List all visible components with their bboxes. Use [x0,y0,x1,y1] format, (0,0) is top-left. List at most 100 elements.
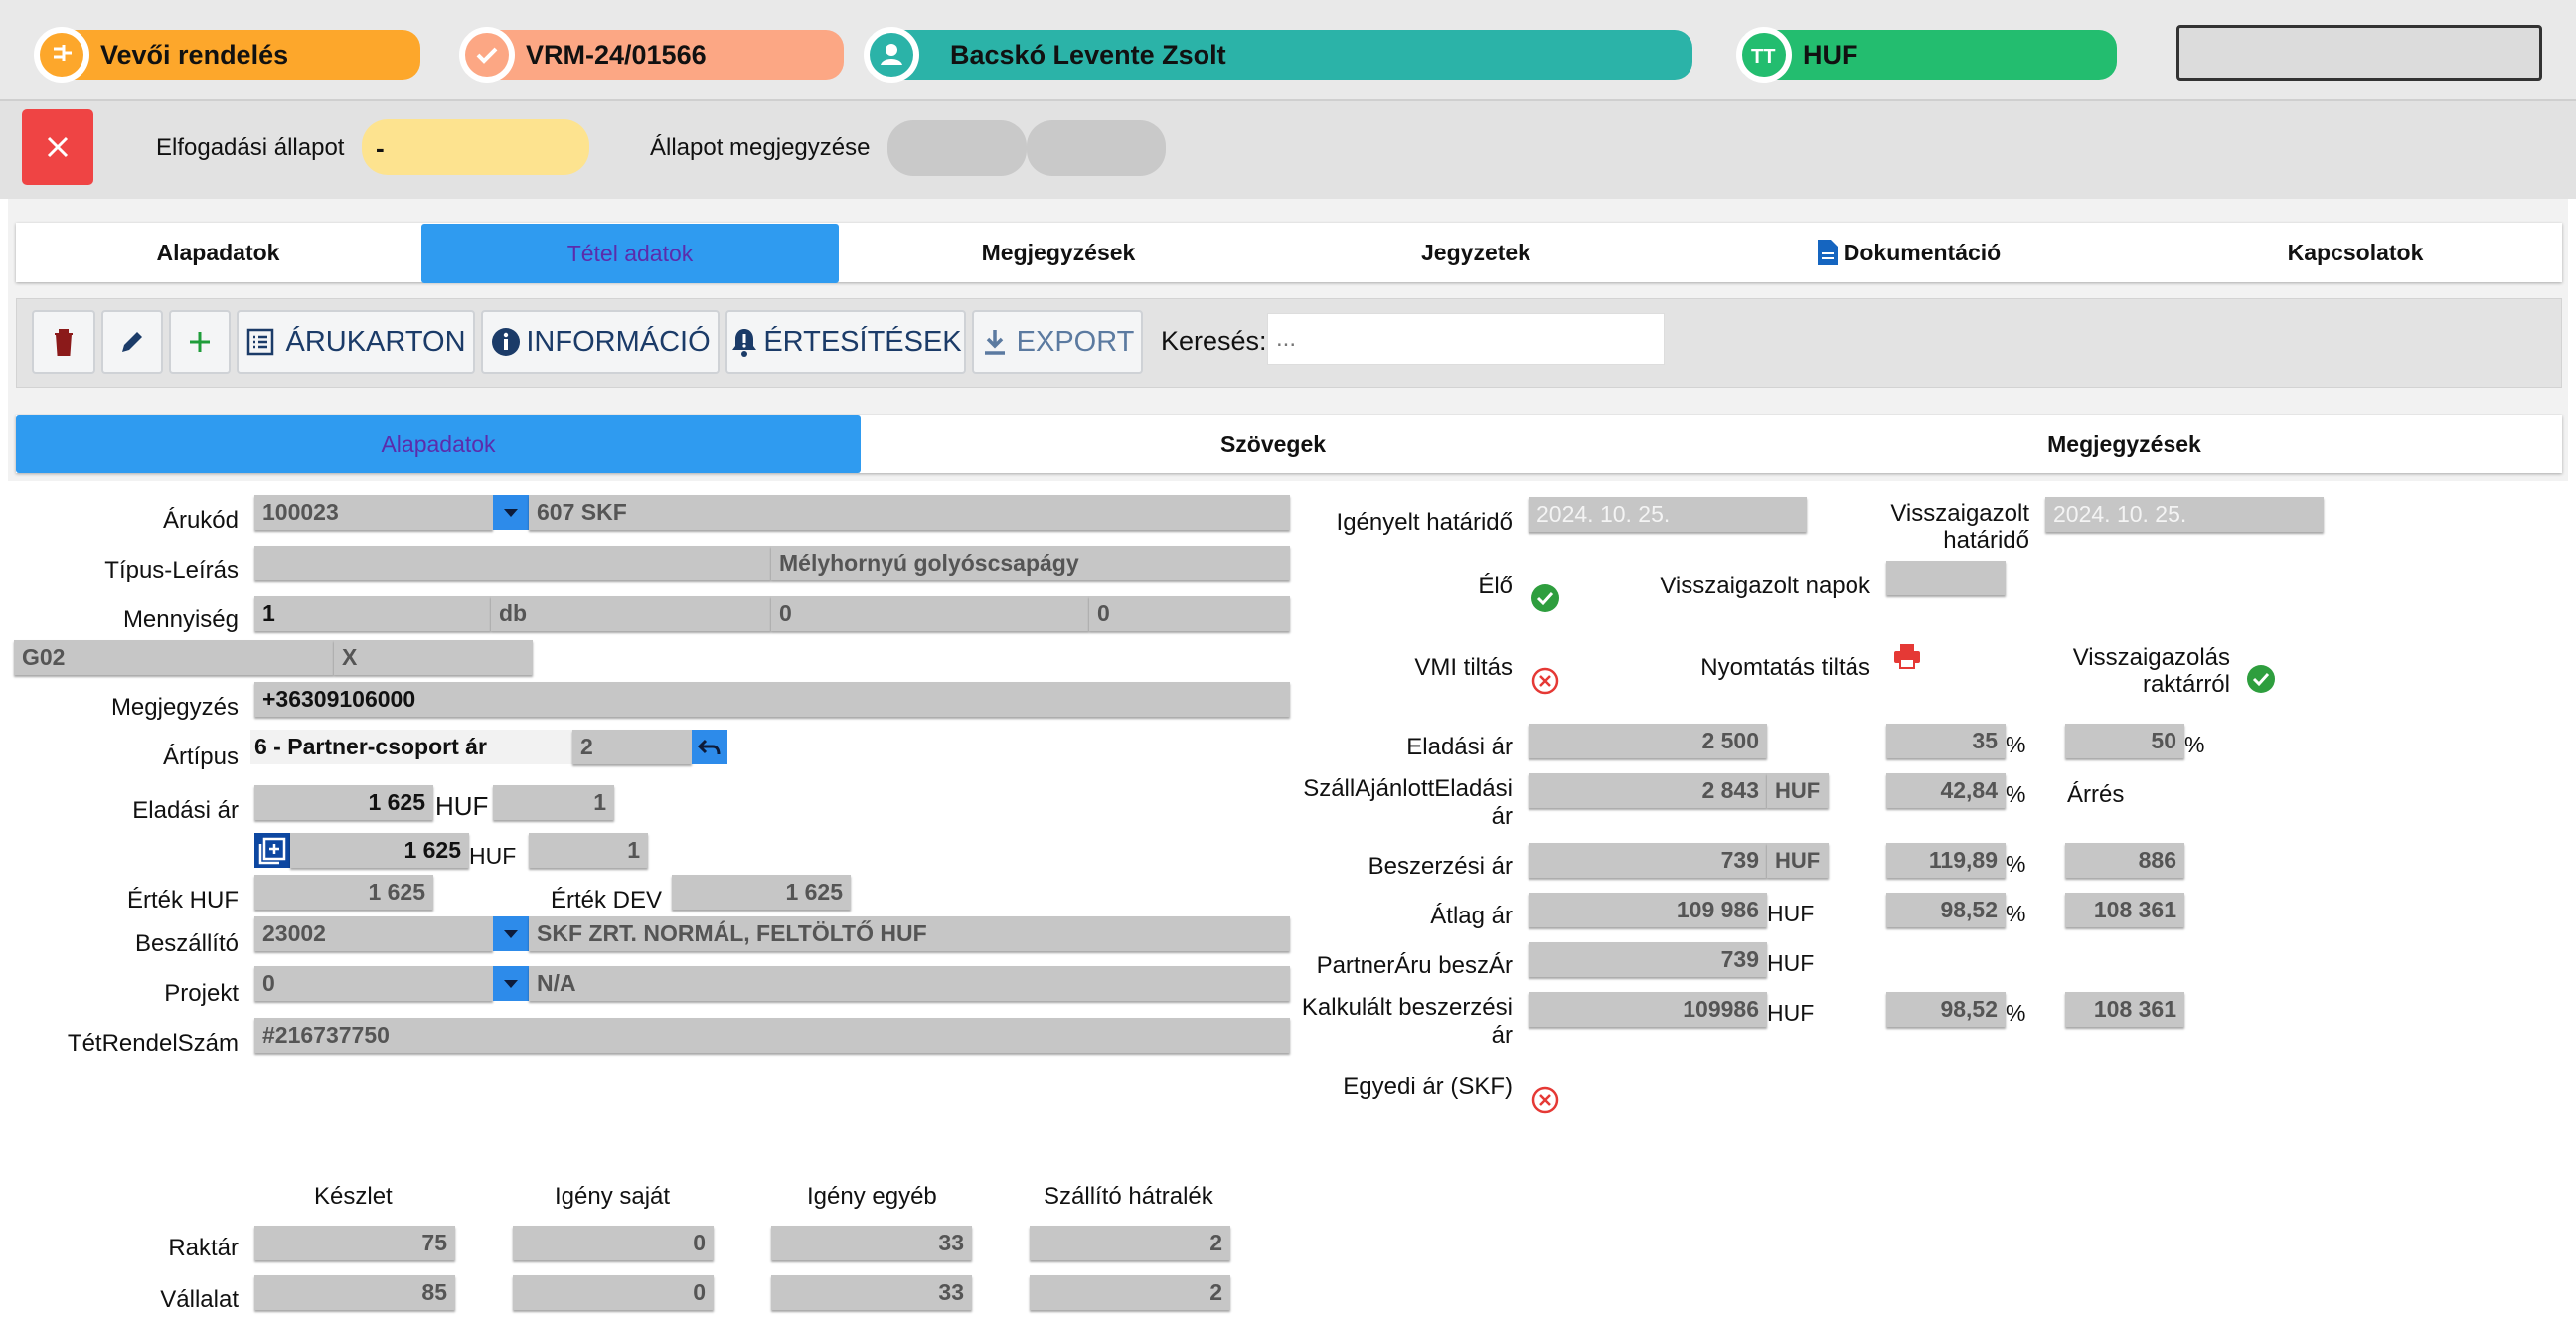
artipus-reset-button[interactable] [692,730,727,764]
visszaig-napok-field[interactable] [1886,561,2006,595]
eladasi-field[interactable]: 1 625 [254,785,433,820]
vmi-label: VMI tiltás [1414,654,1513,681]
arukarton-button[interactable]: ÁRUKARTON [237,310,475,374]
beszerzesi-currency: HUF [1767,843,1829,878]
g02-field[interactable]: G02 [14,640,334,675]
tetrendel-field[interactable]: #216737750 [254,1018,1290,1053]
partner-field: 739 [1529,942,1767,977]
check-circle-icon [1531,584,1559,612]
atlag-label: Átlag ár [1430,903,1513,929]
customer-name: Bacskó Levente Zsolt [950,39,1226,70]
x-field[interactable]: X [334,640,533,675]
printer-icon [1894,644,1920,669]
mennyiseg-field-2[interactable]: 0 [771,596,1089,631]
chevron-down-icon [504,979,518,988]
egyseg-field: db [491,596,771,631]
close-button[interactable] [22,109,93,185]
kalk-field: 109986 [1529,992,1767,1027]
atlag-currency: HUF [1767,901,1815,926]
status-note-field-1[interactable] [887,120,1027,176]
stock-header-szallito: Szállító hátralék [1044,1183,1213,1210]
arukod-field[interactable]: 100023 [254,495,493,530]
visszaig-rakt-label-2: raktárról [2142,671,2230,698]
eladasi-currency-2: HUF [469,843,517,869]
beszallito-field[interactable]: 23002 [254,916,493,951]
tab-dokumentacio-label: Dokumentáció [1843,239,2002,265]
stock-header-igeny-sajat: Igény saját [555,1183,671,1210]
add-price-button[interactable] [254,833,290,868]
szall-currency: HUF [1767,773,1829,808]
acceptance-label: Elfogadási állapot [156,134,345,161]
stock-cell: 0 [513,1226,714,1260]
igenyelt-field[interactable]: 2024. 10. 25. [1529,497,1807,532]
tab-megjegyzesek[interactable]: Megjegyzések [850,223,1267,282]
kalk-label-1: Kalkulált beszerzési [1301,994,1513,1021]
eladasi-pct-field-2[interactable]: 50 [2065,724,2184,758]
tab-jegyzetek[interactable]: Jegyzetek [1267,223,1685,282]
beszerzesi-field: 739 [1529,843,1767,878]
visszaig-field[interactable]: 2024. 10. 25. [2045,497,2324,532]
projekt-field[interactable]: 0 [254,966,493,1001]
szall-label-1: SzállAjánlottEladási [1303,775,1513,802]
informacio-label: INFORMÁCIÓ [526,325,711,358]
export-label: EXPORT [1016,325,1135,358]
stock-row-label: Raktár [168,1235,239,1261]
kalk-currency: HUF [1767,1000,1815,1026]
eladasi-pct-field[interactable]: 35 [1886,724,2006,758]
szall-label-2: ár [1491,803,1513,830]
beszallito-label: Beszállító [134,930,239,957]
leiras-field[interactable]: Mélyhornyú golyóscsapágy [771,546,1290,580]
order-number: VRM-24/01566 [526,39,707,70]
stock-header-keszlet: Készlet [314,1183,393,1210]
megjegyzes-field[interactable]: +36309106000 [254,682,1290,717]
tipus-label: Típus-Leírás [104,557,239,583]
tab-dokumentacio[interactable]: Dokumentáció [1690,223,2127,282]
eladasi-r-field[interactable]: 2 500 [1529,724,1767,758]
add-button[interactable] [169,310,231,374]
status-note-label: Állapot megjegyzése [650,134,871,161]
tetrendel-label: TétRendelSzám [67,1030,239,1057]
undo-icon [698,739,721,754]
informacio-button[interactable]: INFORMÁCIÓ [481,310,720,374]
tab-kapcsolatok[interactable]: Kapcsolatok [2142,223,2569,282]
subtab-szovegek[interactable]: Szövegek [861,415,1686,473]
mennyiseg-field[interactable]: 1 [254,596,491,631]
cancel-circle-icon [1531,667,1559,695]
svg-text:TT: TT [1751,46,1775,68]
pct-sign: % [2006,901,2026,926]
edit-button[interactable] [101,310,163,374]
eladasi-qty[interactable]: 1 [493,785,614,820]
tab-tetel-adatok[interactable]: Tétel adatok [421,224,839,283]
subtab-megjegyzesek[interactable]: Megjegyzések [1699,415,2549,473]
beszallito-dropdown[interactable] [493,916,529,951]
order-number-pill: VRM-24/01566 [459,27,844,83]
beszerzesi-value: 886 [2065,843,2184,878]
pct-sign: % [2006,781,2026,807]
subtab-alapadatok[interactable]: Alapadatok [16,415,861,473]
eladasi-label: Eladási ár [132,797,239,824]
stock-cell: 33 [771,1275,972,1310]
kalk-label-2: ár [1491,1022,1513,1049]
beszallito-name: SKF ZRT. NORMÁL, FELTÖLTŐ HUF [529,916,1290,951]
tab-alapadatok[interactable]: Alapadatok [16,223,420,282]
header-empty-box [2176,25,2542,81]
search-input[interactable] [1267,313,1665,365]
tipus-field[interactable] [254,546,771,580]
atlag-pct: 98,52 [1886,893,2006,927]
arukod-label: Árukód [162,507,239,534]
eladasi-qty-2[interactable]: 1 [529,833,648,868]
pct-sign: % [2006,1000,2026,1026]
ertek-dev-label: Érték DEV [551,887,663,913]
export-button[interactable]: EXPORT [972,310,1143,374]
delete-button[interactable] [32,310,95,374]
ertesitesek-button[interactable]: ÉRTESÍTÉSEK [725,310,966,374]
mennyiseg-field-3[interactable]: 0 [1089,596,1290,631]
arukod-dropdown[interactable] [493,495,529,530]
status-note-field-2[interactable] [1027,120,1166,176]
artipus-field[interactable]: 6 - Partner-csoport ár [250,730,572,764]
projekt-dropdown[interactable] [493,966,529,1001]
eladasi-field-2[interactable]: 1 625 [290,833,469,868]
stock-header-igeny-egyeb: Igény egyéb [807,1183,937,1210]
acceptance-value[interactable]: - [362,119,589,175]
document-icon [1817,240,1838,265]
